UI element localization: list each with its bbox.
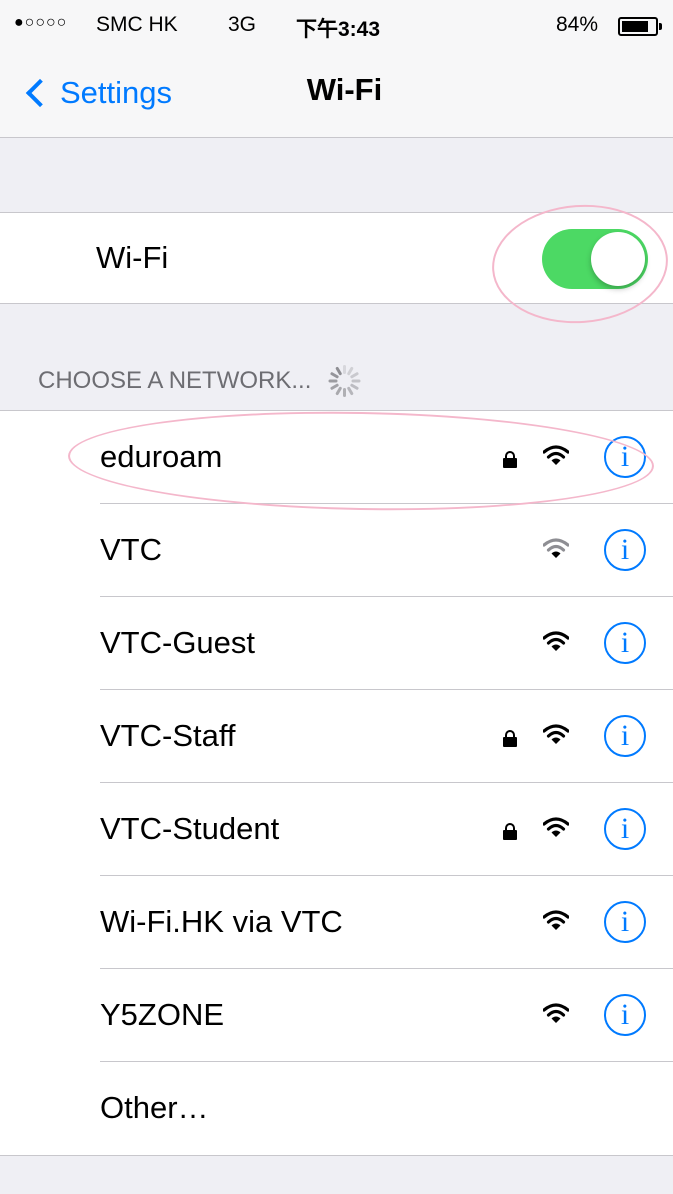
lock-icon bbox=[503, 730, 517, 747]
network-name: VTC bbox=[100, 532, 162, 567]
network-row[interactable]: VTC-Staff i bbox=[0, 690, 673, 783]
info-button[interactable]: i bbox=[604, 901, 646, 943]
wifi-toggle-label: Wi-Fi bbox=[96, 240, 169, 275]
signal-strength-icon: ●○○○○ bbox=[14, 14, 68, 31]
network-name: VTC-Guest bbox=[100, 625, 256, 660]
lock-icon bbox=[503, 823, 517, 840]
section-header: CHOOSE A NETWORK... bbox=[38, 364, 361, 398]
wifi-signal-icon bbox=[542, 817, 570, 839]
wifi-toggle-switch[interactable] bbox=[542, 229, 648, 289]
wifi-signal-icon bbox=[542, 910, 570, 932]
network-row[interactable]: VTC i bbox=[0, 504, 673, 597]
wifi-signal-icon bbox=[542, 631, 570, 653]
info-button[interactable]: i bbox=[604, 436, 646, 478]
network-row[interactable]: VTC-Guest i bbox=[0, 597, 673, 690]
page-title: Wi-Fi bbox=[306, 72, 383, 107]
wifi-signal-icon bbox=[542, 538, 570, 560]
wifi-signal-icon bbox=[542, 445, 570, 467]
wifi-signal-icon bbox=[542, 1003, 570, 1025]
network-row[interactable]: eduroam i bbox=[0, 411, 673, 504]
network-row[interactable]: Y5ZONE i bbox=[0, 969, 673, 1062]
network-row[interactable]: Wi-Fi.HK via VTC i bbox=[0, 876, 673, 969]
network-list: eduroam i VTC i VTC-Guest i VTC-Staff i VTC-Stud… bbox=[0, 410, 673, 1156]
network-name: Y5ZONE bbox=[100, 997, 225, 1032]
info-button[interactable]: i bbox=[604, 808, 646, 850]
clock: 下午3:43 bbox=[296, 18, 381, 41]
loading-spinner-icon bbox=[327, 364, 361, 398]
other-network-row[interactable]: Other… bbox=[0, 1062, 673, 1155]
info-button[interactable]: i bbox=[604, 994, 646, 1036]
network-name: VTC-Staff bbox=[100, 718, 236, 753]
network-name: Wi-Fi.HK via VTC bbox=[100, 904, 343, 939]
section-header-label: CHOOSE A NETWORK... bbox=[38, 367, 312, 394]
other-network-label: Other… bbox=[100, 1090, 209, 1125]
info-button[interactable]: i bbox=[604, 529, 646, 571]
carrier-name: SMC HK bbox=[96, 13, 178, 36]
info-button[interactable]: i bbox=[604, 715, 646, 757]
network-name: VTC-Student bbox=[100, 811, 280, 846]
info-button[interactable]: i bbox=[604, 622, 646, 664]
toggle-knob bbox=[591, 232, 645, 286]
network-name: eduroam bbox=[100, 439, 223, 474]
wifi-signal-icon bbox=[542, 724, 570, 746]
network-type: 3G bbox=[228, 13, 257, 36]
top-bar: ●○○○○ SMC HK 3G 下午3:43 84% Settings Wi-F… bbox=[0, 0, 673, 138]
battery-percentage: 84% bbox=[556, 13, 599, 36]
battery-icon bbox=[618, 17, 662, 36]
wifi-toggle-row: Wi-Fi bbox=[0, 212, 673, 304]
lock-icon bbox=[503, 451, 517, 468]
network-row[interactable]: VTC-Student i bbox=[0, 783, 673, 876]
status-bar: ●○○○○ SMC HK 3G 下午3:43 84% bbox=[0, 0, 673, 50]
